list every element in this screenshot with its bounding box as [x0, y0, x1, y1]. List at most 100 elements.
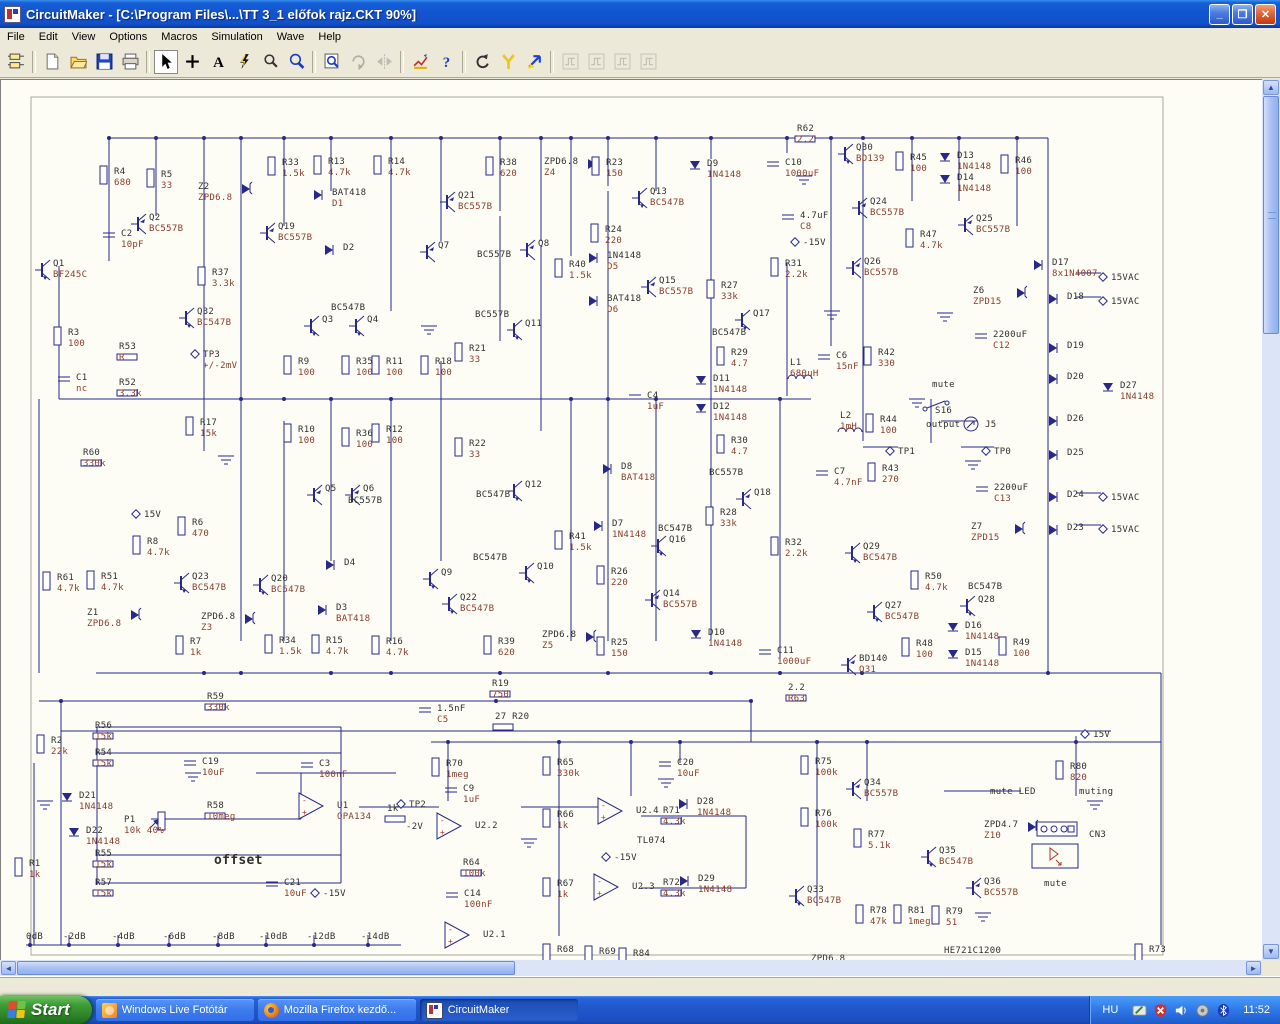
- menu-file[interactable]: File: [0, 29, 32, 45]
- svg-text:100: 100: [916, 650, 933, 660]
- comp-tp1[interactable]: TP1: [885, 446, 915, 457]
- title-bar[interactable]: CircuitMaker - [C:\Program Files\...\TT …: [0, 0, 1280, 28]
- comp--12db[interactable]: -12dB: [307, 932, 336, 942]
- start-button[interactable]: Start: [0, 996, 92, 1024]
- comp-r73[interactable]: R73: [1134, 943, 1166, 960]
- comp-bc547b[interactable]: BC547B: [968, 582, 1002, 592]
- comp-he721c1200[interactable]: HE721C1200: [944, 946, 1001, 956]
- delete-bolt-button[interactable]: [232, 49, 256, 74]
- comp-mute[interactable]: mute: [932, 380, 955, 390]
- new-file-button[interactable]: [40, 49, 64, 74]
- task-circuitmaker[interactable]: CircuitMaker: [419, 999, 578, 1021]
- comp--4db[interactable]: -4dB: [112, 932, 135, 942]
- comp--6db[interactable]: -6dB: [163, 932, 186, 942]
- svg-text:R10: R10: [298, 425, 315, 435]
- menu-macros[interactable]: Macros: [154, 29, 204, 45]
- comp-r56[interactable]: R5615k: [92, 721, 114, 742]
- wire-mode-button[interactable]: [408, 49, 432, 74]
- utility-button[interactable]: [496, 49, 520, 74]
- comp-bc547b[interactable]: BC547B: [476, 490, 510, 500]
- scope-a-button: [558, 49, 582, 74]
- comp-bc547b[interactable]: BC547B: [712, 328, 746, 338]
- comp-r54[interactable]: R5415k: [92, 748, 114, 769]
- comp-offset[interactable]: offset: [214, 853, 263, 868]
- scroll-up-icon[interactable]: ▲: [1263, 80, 1279, 95]
- svg-text:2.2: 2.2: [797, 135, 814, 145]
- windows-logo-icon: [7, 1001, 27, 1019]
- comp-mute-led[interactable]: mute LED: [990, 787, 1036, 797]
- comp-bc557b[interactable]: BC557B: [477, 250, 511, 260]
- tablet-pen-icon[interactable]: [1132, 1003, 1147, 1018]
- comp-r84[interactable]: R84: [618, 947, 650, 960]
- horizontal-scroll-thumb[interactable]: [17, 961, 515, 975]
- comp--8db[interactable]: -8dB: [212, 932, 235, 942]
- place-text-button[interactable]: A: [206, 49, 230, 74]
- open-file-button[interactable]: [66, 49, 90, 74]
- bluetooth-icon[interactable]: [1216, 1003, 1231, 1018]
- comp--2v[interactable]: -2V: [406, 822, 423, 832]
- comp-tp0[interactable]: TP0: [981, 446, 1011, 457]
- comp-15v[interactable]: 15V: [131, 509, 162, 520]
- menu-options[interactable]: Options: [102, 29, 154, 45]
- comp-bc547b[interactable]: BC547B: [658, 524, 692, 534]
- svg-text:R73: R73: [1149, 945, 1166, 955]
- comp-2.2[interactable]: 2.2R63: [785, 683, 807, 704]
- horizontal-scrollbar[interactable]: ◄ ►: [0, 960, 1262, 976]
- comp-15v[interactable]: 15V: [1080, 729, 1111, 740]
- comp-tp2[interactable]: TP2: [396, 799, 426, 810]
- scroll-right-icon[interactable]: ►: [1246, 961, 1261, 975]
- svg-text:D10: D10: [708, 628, 725, 638]
- comp-tl074[interactable]: TL074: [637, 836, 666, 846]
- scroll-left-icon[interactable]: ◄: [1, 961, 16, 975]
- language-indicator[interactable]: HU: [1102, 1004, 1118, 1016]
- select-arrow-button[interactable]: [154, 49, 178, 74]
- menu-view[interactable]: View: [65, 29, 103, 45]
- comp-r68[interactable]: R68: [542, 943, 574, 960]
- comp-r62[interactable]: R622.2: [794, 124, 816, 145]
- comp-bc547b[interactable]: BC547B: [473, 553, 507, 563]
- comp-bc557b[interactable]: BC557B: [709, 468, 743, 478]
- menu-edit[interactable]: Edit: [32, 29, 65, 45]
- help-button[interactable]: ?: [434, 49, 458, 74]
- comp-output[interactable]: output: [926, 420, 960, 430]
- run-simulation-button[interactable]: [522, 49, 546, 74]
- vertical-scroll-thumb[interactable]: [1263, 96, 1279, 334]
- schematic-canvas[interactable]: R4 680 R5 33 Z2 ZPD6.8 Q2 BC557B C2 10pF Q1 BF245C R…: [0, 79, 1262, 960]
- zoom-window-button[interactable]: [320, 49, 344, 74]
- comp-r19[interactable]: R19750: [489, 679, 511, 700]
- menu-simulation[interactable]: Simulation: [204, 29, 269, 45]
- place-plus-button[interactable]: [180, 49, 204, 74]
- comp-r57[interactable]: R5715k: [92, 878, 114, 899]
- probe-tool-button[interactable]: [258, 49, 282, 74]
- save-file-button[interactable]: [92, 49, 116, 74]
- menu-help[interactable]: Help: [311, 29, 348, 45]
- parts-browser-button[interactable]: [4, 49, 28, 74]
- device-icon[interactable]: [1195, 1003, 1210, 1018]
- comp-muting[interactable]: muting: [1079, 787, 1113, 797]
- zoom-tool-button[interactable]: [284, 49, 308, 74]
- svg-text:-6dB: -6dB: [163, 932, 186, 942]
- comp-bc557b[interactable]: BC557B: [348, 496, 382, 506]
- task-mozilla-firefox-kezd-[interactable]: Mozilla Firefox kezdő...: [257, 999, 416, 1021]
- restore-button[interactable]: ❐: [1232, 3, 1253, 25]
- svg-text:1.5k: 1.5k: [569, 271, 592, 281]
- comp-r69[interactable]: R69: [584, 945, 616, 960]
- comp--2db[interactable]: -2dB: [63, 932, 86, 942]
- comp--14db[interactable]: -14dB: [361, 932, 390, 942]
- close-button[interactable]: ✕: [1255, 3, 1276, 25]
- print-button[interactable]: [118, 49, 142, 74]
- vertical-scrollbar[interactable]: ▲ ▼: [1262, 79, 1280, 960]
- scroll-down-icon[interactable]: ▼: [1263, 944, 1279, 959]
- task-windows-live-fot-t-r[interactable]: Windows Live Fotótár: [95, 999, 254, 1021]
- svg-text:R31: R31: [785, 259, 802, 269]
- comp-r55[interactable]: R5515k: [92, 849, 114, 870]
- volume-icon[interactable]: [1174, 1003, 1189, 1018]
- comp-0db[interactable]: 0dB: [26, 932, 43, 942]
- minimize-button[interactable]: _: [1209, 3, 1230, 25]
- comp--10db[interactable]: -10dB: [259, 932, 288, 942]
- reset-button[interactable]: [470, 49, 494, 74]
- comp-bc547b[interactable]: BC547B: [331, 303, 365, 313]
- menu-wave[interactable]: Wave: [270, 29, 312, 45]
- comp-bc557b[interactable]: BC557B: [475, 310, 509, 320]
- security-shield-icon[interactable]: [1153, 1003, 1168, 1018]
